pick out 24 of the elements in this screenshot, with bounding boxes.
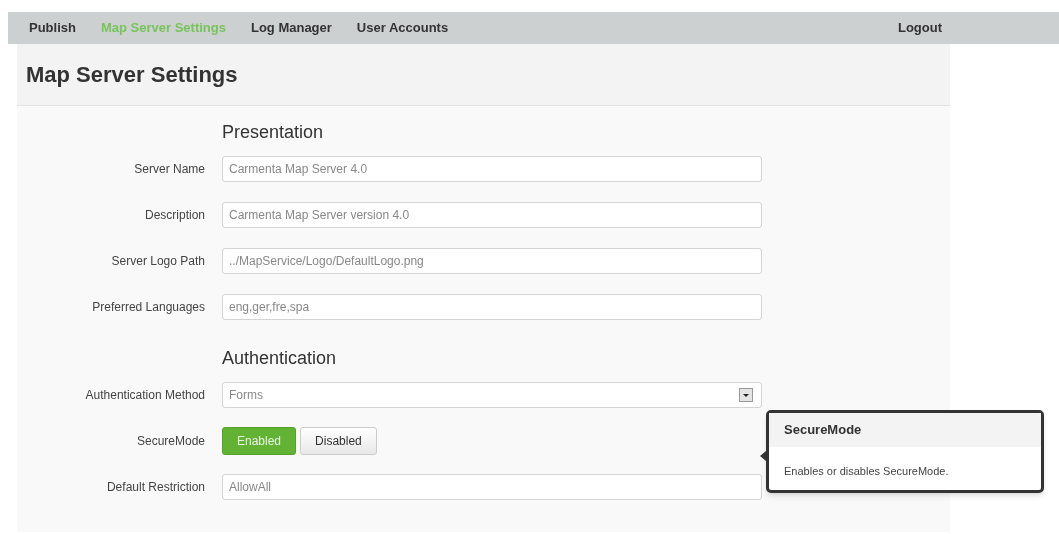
dropdown-field[interactable]: Forms <box>222 382 762 408</box>
section-heading: Presentation <box>222 120 324 144</box>
toggle-button[interactable]: Enabled <box>222 427 297 455</box>
field-label: Authentication Method <box>84 387 205 404</box>
field-label: Server Name <box>133 161 205 178</box>
section-heading: Authentication <box>222 346 337 370</box>
field-label: Description <box>143 207 205 224</box>
input-field[interactable]: ../MapService/Logo/DefaultLogo.png <box>222 248 762 274</box>
input-field[interactable]: Carmenta Map Server 4.0 <box>222 156 762 182</box>
field-label: Preferred Languages <box>91 299 205 316</box>
field-label: SecureMode <box>135 433 205 450</box>
field-label: Server Logo Path <box>110 253 205 270</box>
input-field[interactable]: eng,ger,fre,spa <box>222 294 762 320</box>
toggle-button[interactable]: Disabled <box>300 427 377 455</box>
tooltip-text: Enables or disables SecureMode. <box>784 465 949 477</box>
logout-link[interactable]: Logout <box>897 18 942 38</box>
nav-tab[interactable]: User Accounts <box>356 18 449 38</box>
nav-tab[interactable]: Log Manager <box>250 18 332 38</box>
input-field[interactable]: Carmenta Map Server version 4.0 <box>222 202 762 228</box>
field-label: Default Restriction <box>105 479 205 496</box>
input-field[interactable]: AllowAll <box>222 474 762 500</box>
nav-tab[interactable]: Publish <box>29 18 76 38</box>
page-title: Map Server Settings <box>26 61 238 89</box>
tooltip-title: SecureMode <box>784 421 862 440</box>
